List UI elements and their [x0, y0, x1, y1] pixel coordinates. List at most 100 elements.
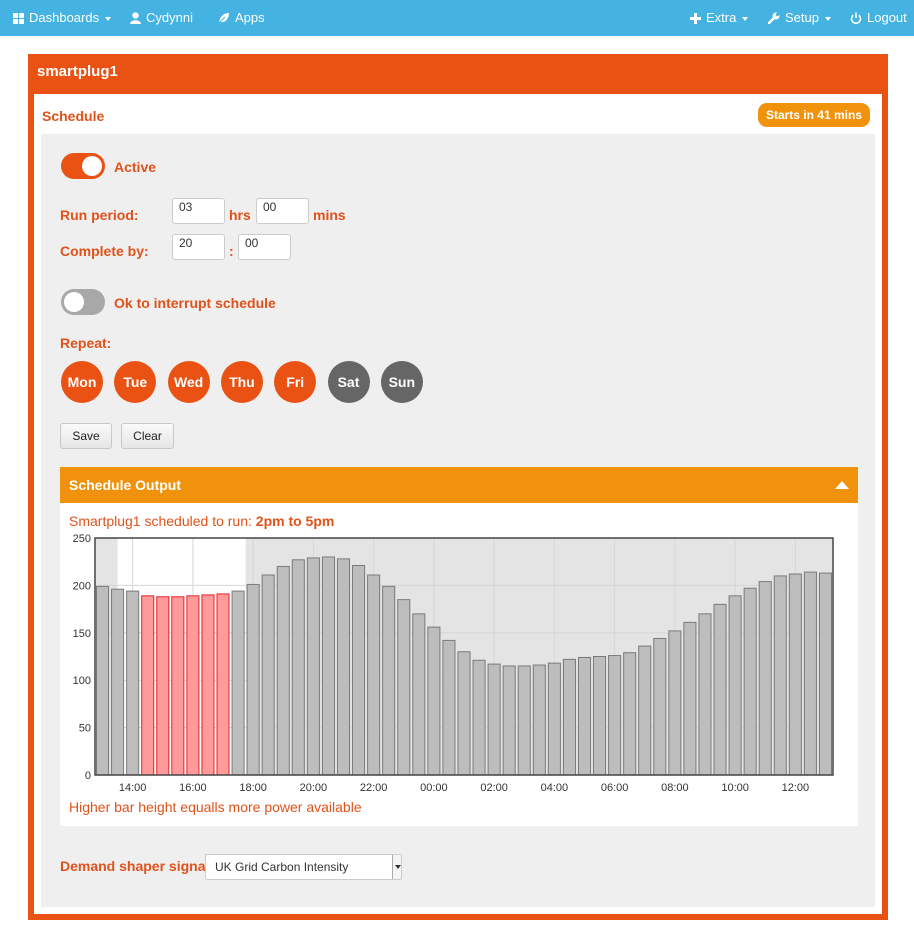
- schedule-output-header[interactable]: Schedule Output: [60, 467, 858, 503]
- bar: [321, 556, 335, 776]
- nav-apps-label: Apps: [235, 10, 265, 25]
- status-badge: Starts in 41 mins: [757, 103, 870, 127]
- active-label: Active: [114, 159, 157, 175]
- plus-icon: [690, 12, 701, 24]
- bar: [231, 590, 245, 776]
- scheduled-bar: [201, 594, 215, 776]
- y-tick-label: 200: [73, 580, 91, 592]
- save-button[interactable]: Save: [60, 423, 112, 449]
- day-sat-toggle[interactable]: Sat: [327, 361, 370, 403]
- chevron-down-icon: [392, 855, 401, 879]
- complete-min-input[interactable]: 00: [238, 234, 291, 260]
- scheduled-bar: [216, 593, 230, 776]
- y-tick-label: 100: [73, 675, 91, 687]
- nav-dashboards-label: Dashboards: [29, 10, 100, 25]
- complete-hour-input[interactable]: 20: [172, 234, 225, 260]
- bar: [111, 588, 125, 776]
- day-wed-toggle[interactable]: Wed: [167, 361, 210, 403]
- bar: [457, 651, 471, 776]
- nav-extra-label: Extra: [706, 10, 737, 25]
- complete-by-label: Complete by:: [60, 243, 149, 259]
- bar: [698, 613, 712, 776]
- y-tick-label: 0: [85, 770, 91, 782]
- nav-logout[interactable]: Logout: [850, 0, 907, 36]
- bar: [261, 574, 275, 776]
- bar: [487, 663, 501, 776]
- bar: [683, 621, 697, 776]
- x-tick-label: 16:00: [179, 782, 207, 794]
- bar: [547, 662, 561, 776]
- day-sun-toggle[interactable]: Sun: [380, 361, 423, 403]
- run-hours-value: 03: [179, 200, 193, 214]
- bar: [246, 583, 260, 776]
- day-mon-toggle[interactable]: Mon: [61, 361, 103, 403]
- x-tick-label: 12:00: [782, 782, 810, 794]
- bar: [562, 658, 576, 776]
- bar: [336, 558, 351, 776]
- active-toggle[interactable]: [61, 153, 105, 179]
- x-tick-label: 14:00: [119, 782, 147, 794]
- complete-hour-value: 20: [179, 236, 193, 250]
- bar: [608, 655, 622, 776]
- bar: [382, 585, 396, 776]
- bar: [577, 656, 592, 776]
- x-tick-label: 08:00: [661, 782, 689, 794]
- interrupt-label: Ok to interrupt schedule: [114, 295, 276, 311]
- nav-dashboards[interactable]: Dashboards: [13, 0, 112, 36]
- nav-apps[interactable]: Apps: [218, 0, 265, 36]
- nav-extra[interactable]: Extra: [690, 0, 749, 36]
- bar: [638, 645, 652, 776]
- clear-button[interactable]: Clear: [121, 423, 174, 449]
- complete-min-value: 00: [245, 236, 259, 250]
- x-tick-label: 00:00: [420, 782, 448, 794]
- chevron-down-icon: [105, 17, 112, 21]
- demand-shaper-value: UK Grid Carbon Intensity: [215, 860, 349, 874]
- y-tick-label: 150: [73, 628, 91, 640]
- chevron-up-icon[interactable]: [835, 481, 849, 489]
- x-tick-label: 22:00: [360, 782, 388, 794]
- day-tue-toggle[interactable]: Tue: [114, 361, 157, 403]
- run-hours-input[interactable]: 03: [172, 198, 225, 224]
- user-icon: [130, 12, 141, 24]
- scheduled-run-text: Smartplug1 scheduled to run: 2pm to 5pm: [69, 513, 334, 529]
- demand-shaper-label: Demand shaper signal:: [60, 858, 215, 874]
- run-period-label: Run period:: [60, 207, 139, 223]
- nav-user[interactable]: Cydynni: [130, 0, 193, 36]
- bar: [773, 575, 787, 776]
- nav-setup[interactable]: Setup: [768, 0, 831, 36]
- bar: [472, 659, 486, 776]
- bar: [668, 630, 682, 776]
- bar: [276, 565, 290, 776]
- scheduled-bar: [156, 596, 170, 776]
- run-mins-value: 00: [263, 200, 277, 214]
- bar: [502, 665, 516, 776]
- bar: [412, 613, 426, 776]
- schedule-output-title: Schedule Output: [69, 477, 181, 493]
- bar: [442, 639, 456, 776]
- time-colon: :: [229, 243, 234, 259]
- bar: [352, 564, 366, 776]
- scheduled-bar: [141, 595, 155, 776]
- day-fri-toggle[interactable]: Fri: [274, 361, 317, 403]
- bar: [397, 599, 411, 776]
- run-mins-input[interactable]: 00: [256, 198, 309, 224]
- nav-logout-label: Logout: [867, 10, 907, 25]
- interrupt-toggle[interactable]: [61, 289, 105, 315]
- scheduled-bar: [171, 596, 185, 776]
- x-tick-label: 10:00: [721, 782, 749, 794]
- demand-shaper-select[interactable]: UK Grid Carbon Intensity: [205, 854, 402, 880]
- day-thu-toggle[interactable]: Thu: [220, 361, 263, 403]
- bar: [713, 603, 727, 776]
- wrench-icon: [768, 12, 780, 24]
- scheduled-run-time: 2pm to 5pm: [255, 513, 335, 529]
- bar: [367, 574, 381, 776]
- device-panel: smartplug1 Schedule Starts in 41 mins Ac…: [28, 54, 888, 920]
- bar: [818, 572, 833, 776]
- device-title: smartplug1: [37, 63, 118, 80]
- bar: [517, 665, 531, 776]
- bar: [306, 557, 320, 776]
- bar: [291, 559, 305, 776]
- scheduled-bar: [186, 595, 200, 776]
- chart-footnote: Higher bar height equalls more power ava…: [69, 799, 362, 815]
- bar: [532, 664, 546, 776]
